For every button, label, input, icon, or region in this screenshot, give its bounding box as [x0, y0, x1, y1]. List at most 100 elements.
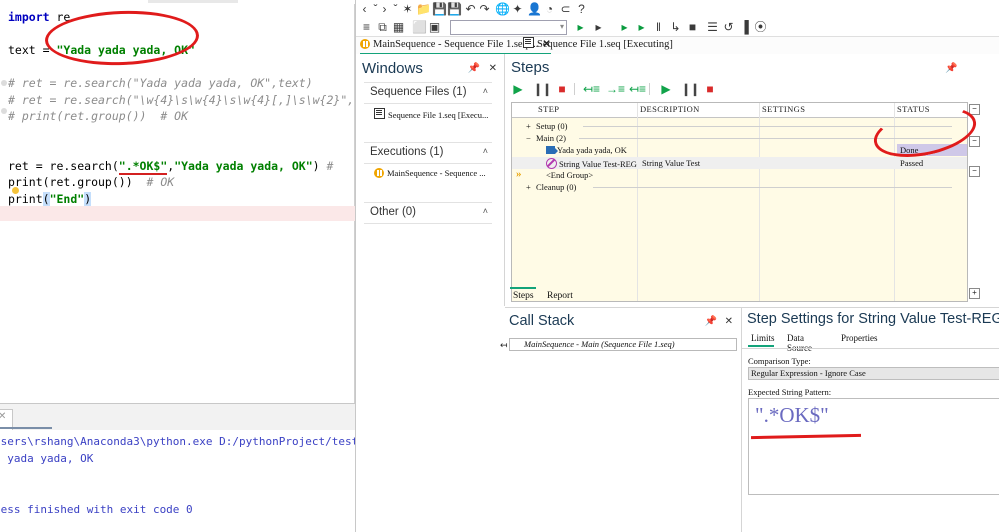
table-row[interactable]: + Setup (0): [512, 120, 967, 132]
expected-pattern-label: Expected String Pattern:: [748, 387, 832, 397]
pin-icon[interactable]: 📌: [468, 63, 480, 74]
fold-marker-icon[interactable]: [1, 80, 7, 86]
undo-icon[interactable]: ↶: [464, 2, 477, 16]
step-settings-pane: Step Settings for String Value Test-REG …: [742, 308, 999, 532]
column-header-settings[interactable]: SETTINGS: [762, 104, 805, 114]
table-row[interactable]: » <End Group>: [512, 168, 967, 181]
close-icon[interactable]: ✕: [489, 63, 497, 74]
code-token: ): [84, 191, 92, 206]
step-out-button[interactable]: ↤≡: [629, 82, 646, 96]
table-row[interactable]: String Value Test-REG String Value Test Pa…: [512, 156, 967, 169]
pause-button[interactable]: ❙❙: [681, 82, 700, 96]
tab-steps[interactable]: Steps: [510, 287, 536, 301]
chevron-up-icon[interactable]: ˄: [483, 86, 488, 96]
deploy-icon[interactable]: 🌐: [495, 2, 510, 16]
tab-data-source[interactable]: Data Source: [787, 333, 812, 353]
breakpoint-next-icon[interactable]: ▸: [574, 20, 587, 34]
step-over-button[interactable]: →≡: [606, 82, 625, 96]
watch-view-icon[interactable]: ⬜: [412, 20, 427, 34]
breakpoint-toggle-icon[interactable]: ⦿: [754, 20, 767, 34]
run-sequence-button[interactable]: ▶: [511, 82, 525, 96]
chevron-up-icon[interactable]: ˄: [483, 146, 488, 156]
break-sequence-button[interactable]: ❙❙: [533, 82, 552, 96]
pin-icon[interactable]: 📌: [945, 63, 957, 74]
document-tab-bar: MainSequence - Sequence File 1.seq ... ✕ …: [356, 37, 999, 55]
select-all-icon[interactable]: ⧉: [376, 20, 389, 34]
tile-view-icon[interactable]: ▣: [428, 20, 441, 34]
help-icon[interactable]: ?: [575, 2, 588, 16]
collapse-icon[interactable]: −: [969, 136, 980, 147]
windows-item[interactable]: Sequence File 1.seq [Execu...: [374, 108, 488, 120]
breakpoint-prev-icon[interactable]: ▸: [592, 20, 605, 34]
expand-all-icon[interactable]: −: [969, 104, 980, 115]
toolbar-combo[interactable]: ▾: [450, 20, 567, 35]
code-line: # ret = re.search("\w{4}\s\w{4}\s\w{4}[,…: [8, 93, 355, 107]
close-icon[interactable]: ✕: [0, 411, 6, 422]
columns-icon[interactable]: ▐: [738, 20, 751, 34]
column-header-description[interactable]: DESCRIPTION: [640, 104, 700, 114]
code-token: ".*OK$": [118, 158, 168, 175]
call-stack-row[interactable]: ↤ MainSequence - Main (Sequence File 1.s…: [500, 338, 737, 351]
intention-bulb-icon[interactable]: [12, 187, 19, 194]
run-icon[interactable]: ▸: [635, 20, 648, 34]
list-icon[interactable]: ☰: [706, 20, 719, 34]
insert-icon[interactable]: ⊂: [559, 2, 572, 16]
windows-group-0[interactable]: Sequence Files (1) ˄: [364, 82, 492, 104]
code-editor[interactable]: import re text = "Yada yada yada, OK" # re…: [0, 4, 355, 403]
row-expander[interactable]: +: [526, 182, 531, 192]
clock-icon[interactable]: ◔: [543, 2, 556, 16]
chevron-up-icon[interactable]: ˄: [483, 206, 488, 216]
terminate-icon[interactable]: ■: [686, 20, 699, 34]
comparison-type-field[interactable]: Regular Expression - Ignore Case: [748, 367, 999, 380]
cell-step: Yada yada yada, OK: [546, 145, 627, 155]
doc-tab-sequencefile[interactable]: Sequence File 1.seq [Executing]: [523, 37, 673, 53]
annotation-underline-pattern: [750, 433, 862, 440]
new-file-icon[interactable]: ✶: [401, 2, 414, 16]
row-expander[interactable]: +: [526, 121, 531, 131]
tab-properties[interactable]: Properties: [841, 333, 878, 343]
break-icon[interactable]: ‖: [652, 20, 665, 34]
user-login-icon[interactable]: 👤: [527, 2, 542, 16]
chevron-down-icon: ▾: [559, 22, 564, 31]
collapse-icon[interactable]: −: [969, 166, 980, 177]
column-header-step[interactable]: STEP: [538, 104, 559, 114]
pin-icon[interactable]: 📌: [705, 316, 717, 327]
step-into-button[interactable]: ↤≡: [583, 82, 600, 96]
sequence-analyzer-icon[interactable]: ✦: [511, 2, 524, 16]
cell-description: String Value Test: [642, 157, 701, 168]
expand-icon[interactable]: +: [969, 288, 980, 299]
windows-item[interactable]: MainSequence - Sequence ...: [374, 168, 486, 178]
resume-button[interactable]: ▶: [659, 82, 673, 96]
step-list-view-icon[interactable]: ≡: [360, 20, 373, 34]
windows-item-label: MainSequence - Sequence ...: [387, 168, 486, 178]
windows-item-label: Sequence File 1.seq [Execu...: [388, 110, 489, 120]
column-header-status[interactable]: STATUS: [897, 104, 930, 114]
open-file-icon[interactable]: 📁: [416, 2, 431, 16]
run-entry-point-icon[interactable]: ▸: [618, 20, 631, 34]
table-row[interactable]: Yada yada yada, OK Done: [512, 144, 967, 157]
save-icon[interactable]: 💾: [432, 2, 447, 16]
row-expander[interactable]: −: [526, 133, 531, 143]
steps-grid[interactable]: STEP DESCRIPTION SETTINGS STATUS + Setup …: [511, 102, 968, 302]
windows-group-2[interactable]: Other (0) ˄: [364, 202, 492, 224]
table-row[interactable]: + Cleanup (0): [512, 181, 967, 193]
tab-report[interactable]: Report: [547, 291, 573, 301]
stop-button[interactable]: ■: [703, 82, 717, 96]
expected-pattern-field[interactable]: ".*OK$": [748, 398, 999, 495]
save-all-icon[interactable]: 💾: [447, 2, 462, 16]
loop-icon[interactable]: ↺: [722, 20, 735, 34]
code-line: ret = re.search(".*OK$","Yada yada yada,…: [8, 158, 333, 175]
redo-icon[interactable]: ↷: [478, 2, 491, 16]
code-token: ret = re.search(: [8, 158, 119, 173]
step-into-icon[interactable]: ↳: [669, 20, 682, 34]
main-toolbar-row-2: ≡ ⧉ ▦ ⬜ ▣ ▸ ▸ ▸ ▸ ‖ ↳ ■ ☰ ↺ ▐ ⦿ ▾: [356, 18, 999, 37]
table-row[interactable]: − Main (2): [512, 132, 967, 144]
windows-group-1[interactable]: Executions (1) ˄: [364, 142, 492, 164]
terminate-sequence-button[interactable]: ■: [555, 82, 569, 96]
steps-pane: Steps 📌 ▶ ❙❙ ■ ↤≡ →≡ ↤≡ ▶ ❙❙ ■ STEP DESC…: [505, 54, 999, 306]
grid-view-icon[interactable]: ▦: [392, 20, 405, 34]
step-settings-tab-divider: [742, 348, 999, 349]
close-icon[interactable]: ✕: [725, 316, 733, 327]
tab-limits[interactable]: Limits: [748, 333, 775, 347]
fold-marker-icon[interactable]: [1, 108, 7, 114]
